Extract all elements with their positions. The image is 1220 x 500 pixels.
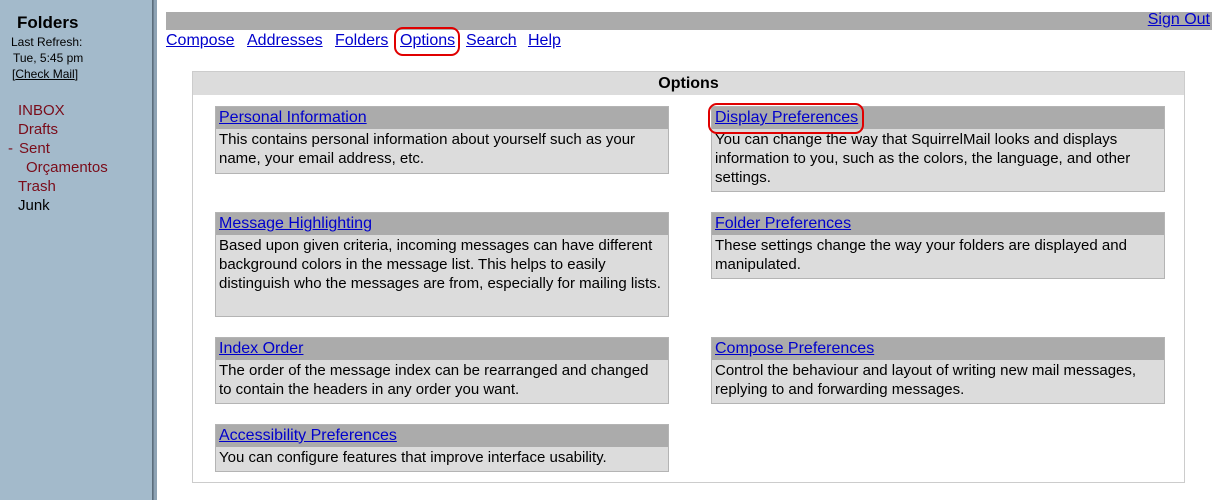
compose-preferences-link[interactable]: Compose Preferences bbox=[715, 340, 874, 357]
option-card-accessibility-preferences: Accessibility Preferences You can config… bbox=[215, 424, 669, 472]
folder-orcamentos[interactable]: Orçamentos bbox=[26, 159, 108, 176]
folder-preferences-description: These settings change the way your folde… bbox=[715, 237, 1127, 273]
options-panel: Options Personal Information This contai… bbox=[192, 71, 1185, 483]
personal-information-description: This contains personal information about… bbox=[219, 131, 636, 167]
personal-information-link[interactable]: Personal Information bbox=[219, 109, 367, 126]
folder-drafts[interactable]: Drafts bbox=[18, 121, 58, 138]
check-mail-link[interactable]: Check Mail bbox=[15, 67, 74, 81]
option-card-personal-information: Personal Information This contains perso… bbox=[215, 106, 669, 174]
message-highlighting-link[interactable]: Message Highlighting bbox=[219, 215, 372, 232]
option-card-compose-preferences: Compose Preferences Control the behaviou… bbox=[711, 337, 1165, 404]
index-order-description: The order of the message index can be re… bbox=[219, 362, 649, 398]
option-card-message-highlighting: Message Highlighting Based upon given cr… bbox=[215, 212, 669, 317]
sign-out-link[interactable]: Sign Out bbox=[1148, 11, 1210, 29]
accessibility-preferences-description: You can configure features that improve … bbox=[219, 449, 607, 466]
nav-compose[interactable]: Compose bbox=[166, 32, 234, 50]
last-refresh-label: Last Refresh: bbox=[11, 35, 83, 49]
nav-search[interactable]: Search bbox=[466, 32, 517, 50]
last-refresh-time: Tue, 5:45 pm bbox=[13, 51, 84, 65]
display-preferences-link[interactable]: Display Preferences bbox=[715, 109, 858, 126]
nav-folders[interactable]: Folders bbox=[335, 32, 388, 50]
nav-addresses[interactable]: Addresses bbox=[247, 32, 323, 50]
folders-title: Folders bbox=[17, 13, 79, 32]
folder-pane: Folders Last Refresh: Tue, 5:45 pm [Chec… bbox=[0, 0, 153, 500]
frame-splitter[interactable] bbox=[153, 0, 157, 500]
folder-trash[interactable]: Trash bbox=[18, 178, 56, 195]
top-bar: Sign Out bbox=[166, 11, 1212, 30]
message-highlighting-description: Based upon given criteria, incoming mess… bbox=[219, 237, 661, 292]
option-card-folder-preferences: Folder Preferences These settings change… bbox=[711, 212, 1165, 279]
folder-preferences-link[interactable]: Folder Preferences bbox=[715, 215, 851, 232]
display-preferences-description: You can change the way that SquirrelMail… bbox=[715, 131, 1131, 186]
options-title: Options bbox=[193, 72, 1184, 95]
check-mail-wrapper: [Check Mail] bbox=[12, 67, 79, 81]
option-card-display-preferences: Display Preferences You can change the w… bbox=[711, 106, 1165, 192]
folder-inbox[interactable]: INBOX bbox=[18, 102, 65, 119]
option-card-index-order: Index Order The order of the message ind… bbox=[215, 337, 669, 404]
compose-preferences-description: Control the behaviour and layout of writ… bbox=[715, 362, 1137, 398]
collapse-sent-toggle[interactable]: - bbox=[8, 140, 13, 157]
folder-sent[interactable]: Sent bbox=[19, 140, 50, 157]
nav-help[interactable]: Help bbox=[528, 32, 561, 50]
accessibility-preferences-link[interactable]: Accessibility Preferences bbox=[219, 427, 397, 444]
nav-options[interactable]: Options bbox=[400, 32, 455, 50]
folder-junk[interactable]: Junk bbox=[18, 197, 50, 214]
index-order-link[interactable]: Index Order bbox=[219, 340, 303, 357]
